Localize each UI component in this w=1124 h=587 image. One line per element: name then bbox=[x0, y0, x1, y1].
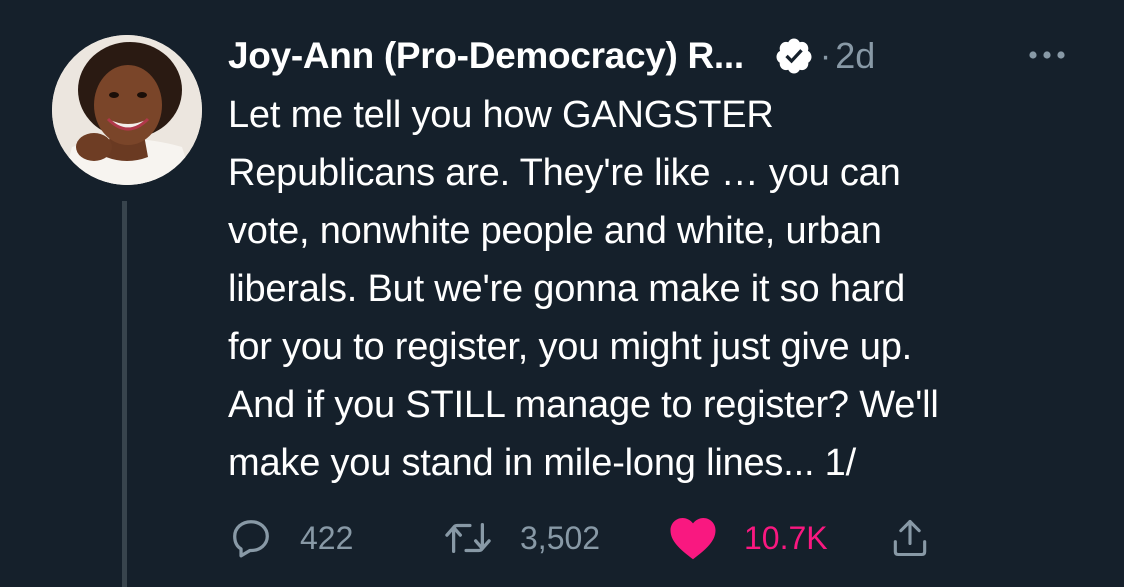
retweet-button[interactable]: 3,502 bbox=[442, 510, 600, 566]
action-bar: 422 3,502 10.7K bbox=[228, 510, 1108, 566]
more-options-icon[interactable] bbox=[1022, 40, 1072, 70]
heart-icon bbox=[670, 518, 716, 560]
tweet[interactable]: Joy-Ann (Pro-Democracy) R... · 2d Let me… bbox=[0, 0, 1124, 587]
like-button[interactable]: 10.7K bbox=[668, 510, 828, 566]
thread-line bbox=[122, 201, 127, 587]
reply-button[interactable]: 422 bbox=[228, 510, 353, 566]
share-button[interactable] bbox=[888, 510, 932, 566]
reply-icon bbox=[233, 520, 269, 558]
author-name[interactable]: Joy-Ann (Pro-Democracy) R... bbox=[228, 35, 744, 77]
like-count: 10.7K bbox=[744, 519, 828, 556]
retweet-icon bbox=[445, 522, 491, 554]
reply-count: 422 bbox=[300, 519, 354, 556]
avatar[interactable] bbox=[52, 35, 202, 185]
verified-badge-icon bbox=[774, 36, 814, 76]
tweet-text: Let me tell you how GANGSTER Republicans… bbox=[228, 94, 939, 484]
tweet-header: Joy-Ann (Pro-Democracy) R... · 2d bbox=[228, 30, 875, 82]
separator-dot: · bbox=[819, 36, 832, 75]
timestamp[interactable]: 2d bbox=[835, 35, 875, 77]
retweet-count: 3,502 bbox=[520, 519, 601, 556]
avatar-photo bbox=[52, 35, 202, 185]
share-icon bbox=[893, 519, 927, 557]
